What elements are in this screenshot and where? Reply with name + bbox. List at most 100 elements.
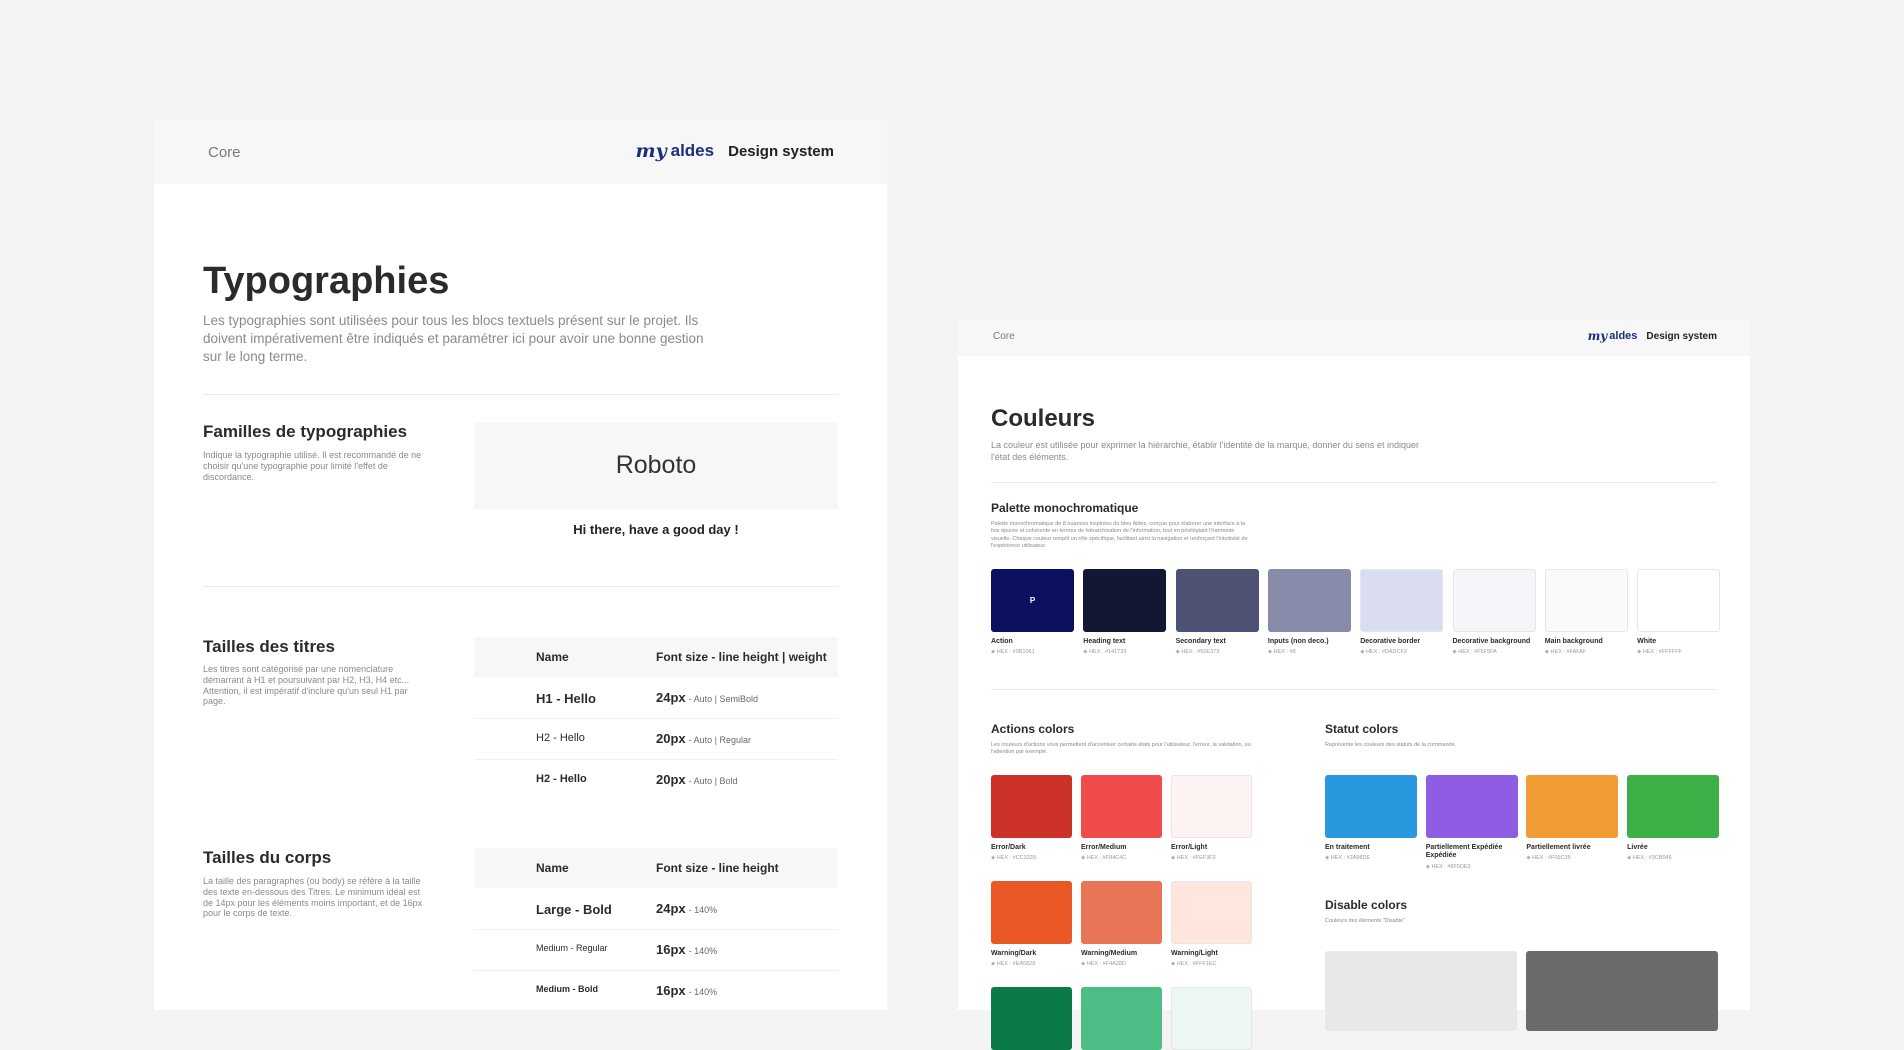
swatch-hex: ◈ HEX : #141733 bbox=[1083, 649, 1127, 655]
logo-my: my bbox=[1587, 329, 1608, 343]
breadcrumb-core[interactable]: Core bbox=[993, 331, 1015, 342]
table-header: Name Font size - line height | weight bbox=[474, 637, 838, 677]
swatch-hex: ◈ HEX : #8F5DE3 bbox=[1425, 864, 1471, 870]
row-name: H1 - Hello bbox=[536, 691, 596, 706]
color-swatch[interactable] bbox=[991, 987, 1072, 1050]
color-swatch[interactable] bbox=[1526, 951, 1718, 1031]
swatch-name: Warning/Light bbox=[1171, 950, 1218, 957]
swatch-name: En traitement bbox=[1325, 844, 1370, 851]
section-desc-titles: Les titres sont catégorisé par une nomen… bbox=[203, 664, 410, 707]
logo-aldes: aldes bbox=[670, 141, 715, 160]
design-system-label: Design system bbox=[728, 142, 834, 160]
page-title: Typographies bbox=[203, 260, 450, 302]
row-name: Large - Bold bbox=[536, 902, 612, 917]
color-swatch[interactable] bbox=[991, 775, 1072, 838]
color-swatch[interactable] bbox=[1175, 569, 1259, 632]
color-swatch[interactable] bbox=[1325, 951, 1517, 1031]
page-title: Couleurs bbox=[991, 405, 1096, 432]
table-row: Medium - Bold 16px - 140% bbox=[474, 971, 838, 1011]
swatch-hex: ◈ HEX : #DADCF2 bbox=[1360, 649, 1407, 655]
color-swatch[interactable] bbox=[1452, 569, 1536, 632]
color-swatch[interactable] bbox=[991, 881, 1072, 944]
swatch-name: Decorative border bbox=[1360, 638, 1421, 645]
table-row: Medium - Regular 16px - 140% bbox=[474, 930, 838, 971]
swatch-hex: ◈ HEX : #0B1061 bbox=[991, 649, 1035, 655]
section-title-titles: Tailles des titres bbox=[203, 637, 335, 656]
swatch-label: P bbox=[1029, 596, 1036, 605]
page-intro: La couleur est utilisée pour exprimer la… bbox=[991, 440, 1419, 462]
color-swatch[interactable] bbox=[1325, 775, 1417, 838]
color-swatch[interactable] bbox=[1171, 775, 1252, 838]
breadcrumb-core[interactable]: Core bbox=[208, 144, 241, 161]
row-value: 16px - 140% bbox=[656, 942, 718, 957]
section-desc-body: La taille des paragraphes (ou body) se r… bbox=[203, 876, 423, 919]
row-name: Medium - Bold bbox=[536, 984, 598, 994]
table-row: H2 - Hello 20px - Auto | Bold bbox=[474, 760, 838, 800]
section-desc-mono: Palette monochromatique de 8 nuances ins… bbox=[991, 521, 1248, 550]
swatch-hex: ◈ HEX : #3CB046 bbox=[1627, 855, 1672, 861]
swatch-hex: ◈ HEX : #2A98DE bbox=[1325, 855, 1371, 861]
color-swatch[interactable] bbox=[1081, 775, 1162, 838]
section-desc-actions: Les couleurs d'actions vous permettent d… bbox=[991, 742, 1251, 756]
swatch-name: Error/Dark bbox=[991, 844, 1026, 851]
color-swatch[interactable]: P bbox=[991, 569, 1074, 632]
panel-header: Core my aldes Design system bbox=[154, 120, 887, 184]
col-name: Name bbox=[536, 861, 569, 875]
swatch-name: Error/Light bbox=[1171, 844, 1208, 851]
section-title-mono: Palette monochromatique bbox=[991, 501, 1139, 515]
table-row: Large - Bold 24px - 140% bbox=[474, 889, 838, 930]
brand: my aldes Design system bbox=[1588, 329, 1717, 343]
row-value: 24px - 140% bbox=[656, 901, 718, 916]
col-value: Font size - line height | weight bbox=[656, 650, 827, 664]
color-swatch[interactable] bbox=[1544, 569, 1628, 632]
design-system-label: Design system bbox=[1646, 330, 1717, 342]
font-sample-text: Hi there, have a good day ! bbox=[573, 522, 739, 537]
section-title-statut: Statut colors bbox=[1325, 722, 1399, 736]
swatch-name: Action bbox=[991, 638, 1013, 645]
swatch-hex: ◈ HEX : #F09C35 bbox=[1526, 855, 1571, 861]
divider bbox=[203, 586, 838, 587]
color-swatch[interactable] bbox=[1171, 881, 1252, 944]
divider bbox=[203, 394, 838, 395]
swatch-name: Error/Medium bbox=[1081, 844, 1127, 851]
color-swatch[interactable] bbox=[1267, 569, 1351, 632]
color-swatch[interactable] bbox=[1360, 569, 1444, 632]
color-swatch[interactable] bbox=[1083, 569, 1167, 632]
col-value: Font size - line height bbox=[656, 861, 779, 875]
swatch-hex: ◈ HEX : #CC3229 bbox=[991, 855, 1036, 861]
swatch-hex: ◈ HEX : #FEF3F3 bbox=[1171, 855, 1216, 861]
swatch-name: Partiellement livrée bbox=[1526, 844, 1591, 851]
swatch-name: Warning/Medium bbox=[1081, 950, 1138, 957]
color-swatch[interactable] bbox=[1171, 987, 1252, 1050]
swatch-hex: ◈ HEX : #8 bbox=[1267, 649, 1296, 655]
swatch-hex: ◈ HEX : #EA5828 bbox=[991, 961, 1036, 967]
color-swatch[interactable] bbox=[1081, 881, 1162, 944]
row-value: 16px - 140% bbox=[656, 983, 718, 998]
font-family-preview: Roboto bbox=[474, 422, 838, 509]
color-swatch[interactable] bbox=[1425, 775, 1518, 838]
brand: my aldes Design system bbox=[635, 140, 834, 162]
swatch-name: Secondary text bbox=[1175, 638, 1226, 645]
color-swatch[interactable] bbox=[1526, 775, 1619, 838]
divider bbox=[991, 689, 1717, 690]
row-value: 20px - Auto | Bold bbox=[656, 772, 738, 787]
typography-panel: Core my aldes Design system Typographies… bbox=[154, 120, 887, 1010]
body-sizes-table: Name Font size - line height Large - Bol… bbox=[474, 848, 838, 1010]
table-row: H2 - Hello 20px - Auto | Regular bbox=[474, 719, 838, 760]
row-name: H2 - Hello bbox=[536, 732, 585, 744]
color-swatch[interactable] bbox=[1627, 775, 1720, 838]
swatch-hex: ◈ HEX : #FFFFFF bbox=[1637, 649, 1682, 655]
panel-header: Core my aldes Design system bbox=[958, 319, 1750, 356]
swatch-hex: ◈ HEX : #FAFAF bbox=[1544, 649, 1587, 655]
swatch-hex: ◈ HEX : #50E373 bbox=[1175, 649, 1220, 655]
color-swatch[interactable] bbox=[1637, 569, 1721, 632]
color-swatch[interactable] bbox=[1081, 987, 1162, 1050]
section-desc-statut: Représente les couleurs des statuts de l… bbox=[1325, 742, 1457, 748]
swatch-name: Heading text bbox=[1083, 638, 1126, 645]
title-sizes-table: Name Font size - line height | weight H1… bbox=[474, 637, 838, 799]
swatch-hex: ◈ HEX : #F5F5FA bbox=[1452, 649, 1497, 655]
swatch-name: Partiellement Expédiée Expédiée bbox=[1425, 844, 1503, 860]
swatch-hex: ◈ HEX : #F4A28D bbox=[1081, 961, 1126, 967]
logo-my: my bbox=[635, 140, 667, 162]
page-intro: Les typographies sont utilisées pour tou… bbox=[203, 313, 704, 364]
